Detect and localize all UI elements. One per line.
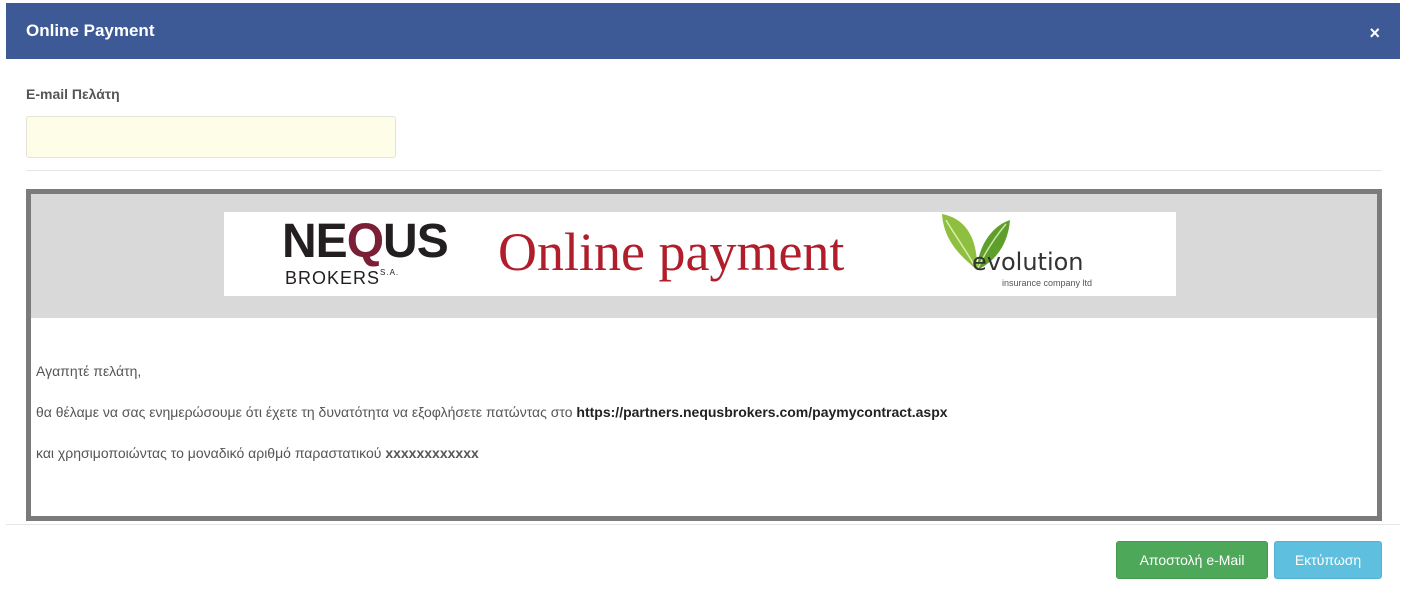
logo-text-end: US (383, 215, 449, 268)
footer-divider (6, 524, 1400, 525)
nequs-brokers-logo: NEQUS BROKERSS.A. (282, 216, 472, 294)
logo-text-q: Q (346, 215, 384, 268)
online-payment-banner: NEQUS BROKERSS.A. Online payment evoluti… (224, 212, 1176, 296)
brokers-text: BROKERS (285, 268, 381, 288)
message-line-1: θα θέλαμε να σας ενημερώσουμε ότι έχετε … (36, 403, 1377, 421)
message-line-1-text: θα θέλαμε να σας ενημερώσουμε ότι έχετε … (36, 404, 577, 420)
logo-text: NE (282, 215, 348, 268)
divider (26, 170, 1382, 171)
payment-link[interactable]: https://partners.nequsbrokers.com/paymyc… (576, 404, 947, 420)
print-button[interactable]: Εκτύπωση (1274, 541, 1382, 579)
online-payment-modal: Online Payment × E-mail Πελάτη NEQUS BRO… (6, 3, 1400, 593)
evolution-text: evolution (972, 248, 1084, 276)
modal-body: E-mail Πελάτη NEQUS BROKERSS.A. Online p… (6, 86, 1400, 521)
email-field[interactable] (26, 116, 396, 158)
email-preview: NEQUS BROKERSS.A. Online payment evoluti… (26, 189, 1382, 521)
message-body: Αγαπητέ πελάτη, θα θέλαμε να σας ενημερώ… (31, 318, 1377, 462)
evolution-logo: evolution insurance company ltd (942, 212, 1122, 296)
message-line-2: και χρησιμοποιώντας το μοναδικό αριθμό π… (36, 444, 1377, 462)
send-email-button[interactable]: Αποστολή e-Mail (1116, 541, 1268, 579)
document-reference: xxxxxxxxxxxx (385, 445, 479, 461)
modal-header: Online Payment × (6, 3, 1400, 59)
email-label: E-mail Πελάτη (26, 86, 120, 102)
close-icon[interactable]: × (1369, 24, 1380, 42)
brokers-suffix: S.A. (380, 268, 400, 277)
banner-strip: NEQUS BROKERSS.A. Online payment evoluti… (31, 194, 1377, 318)
greeting-text: Αγαπητέ πελάτη, (36, 363, 142, 379)
message-line-2-text: και χρησιμοποιώντας το μοναδικό αριθμό π… (36, 445, 386, 461)
evolution-subtitle: insurance company ltd (1002, 278, 1093, 288)
banner-title: Online payment (498, 222, 845, 282)
modal-title: Online Payment (26, 21, 155, 40)
